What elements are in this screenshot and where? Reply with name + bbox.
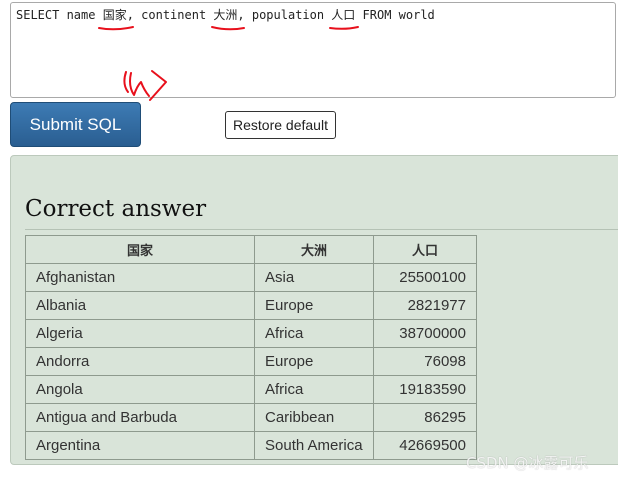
cell-name: Angola — [25, 375, 255, 404]
column-header-population: 人口 — [373, 235, 477, 264]
cell-continent: Asia — [254, 263, 374, 292]
cell-population: 19183590 — [373, 375, 477, 404]
table-row: Andorra Europe 76098 — [25, 347, 477, 376]
submit-sql-button[interactable]: Submit SQL — [10, 102, 141, 147]
table-row: Angola Africa 19183590 — [25, 375, 477, 404]
column-header-name: 国家 — [25, 235, 255, 264]
cell-population: 38700000 — [373, 319, 477, 348]
cell-name: Albania — [25, 291, 255, 320]
result-table: 国家 大洲 人口 Afghanistan Asia 25500100 Alban… — [25, 235, 477, 460]
csdn-watermark: CSDN @冰露可乐 — [466, 454, 589, 472]
cell-continent: Caribbean — [254, 403, 374, 432]
table-row: Algeria Africa 38700000 — [25, 319, 477, 348]
cell-continent: Europe — [254, 291, 374, 320]
sqlzoo-page: SELECT name 国家, continent 大洲, population… — [0, 0, 618, 481]
restore-default-button[interactable]: Restore default — [225, 111, 336, 139]
cell-continent: Europe — [254, 347, 374, 376]
table-row: Afghanistan Asia 25500100 — [25, 263, 477, 292]
cell-population: 42669500 — [373, 431, 477, 460]
cell-population: 76098 — [373, 347, 477, 376]
table-header-row: 国家 大洲 人口 — [25, 235, 477, 264]
table-row: Albania Europe 2821977 — [25, 291, 477, 320]
cell-population: 25500100 — [373, 263, 477, 292]
title-divider — [25, 229, 618, 230]
cell-continent: South America — [254, 431, 374, 460]
cell-name: Argentina — [25, 431, 255, 460]
table-row: Antigua and Barbuda Caribbean 86295 — [25, 403, 477, 432]
cell-name: Andorra — [25, 347, 255, 376]
cell-name: Algeria — [25, 319, 255, 348]
cell-continent: Africa — [254, 375, 374, 404]
correct-answer-title: Correct answer — [25, 196, 207, 222]
cell-population: 86295 — [373, 403, 477, 432]
sql-editor[interactable]: SELECT name 国家, continent 大洲, population… — [10, 2, 616, 98]
cell-population: 2821977 — [373, 291, 477, 320]
column-header-continent: 大洲 — [254, 235, 374, 264]
table-row: Argentina South America 42669500 — [25, 431, 477, 460]
cell-name: Antigua and Barbuda — [25, 403, 255, 432]
cell-name: Afghanistan — [25, 263, 255, 292]
cell-continent: Africa — [254, 319, 374, 348]
correct-answer-panel: Correct answer 国家 大洲 人口 Afghanistan Asia… — [10, 155, 618, 465]
